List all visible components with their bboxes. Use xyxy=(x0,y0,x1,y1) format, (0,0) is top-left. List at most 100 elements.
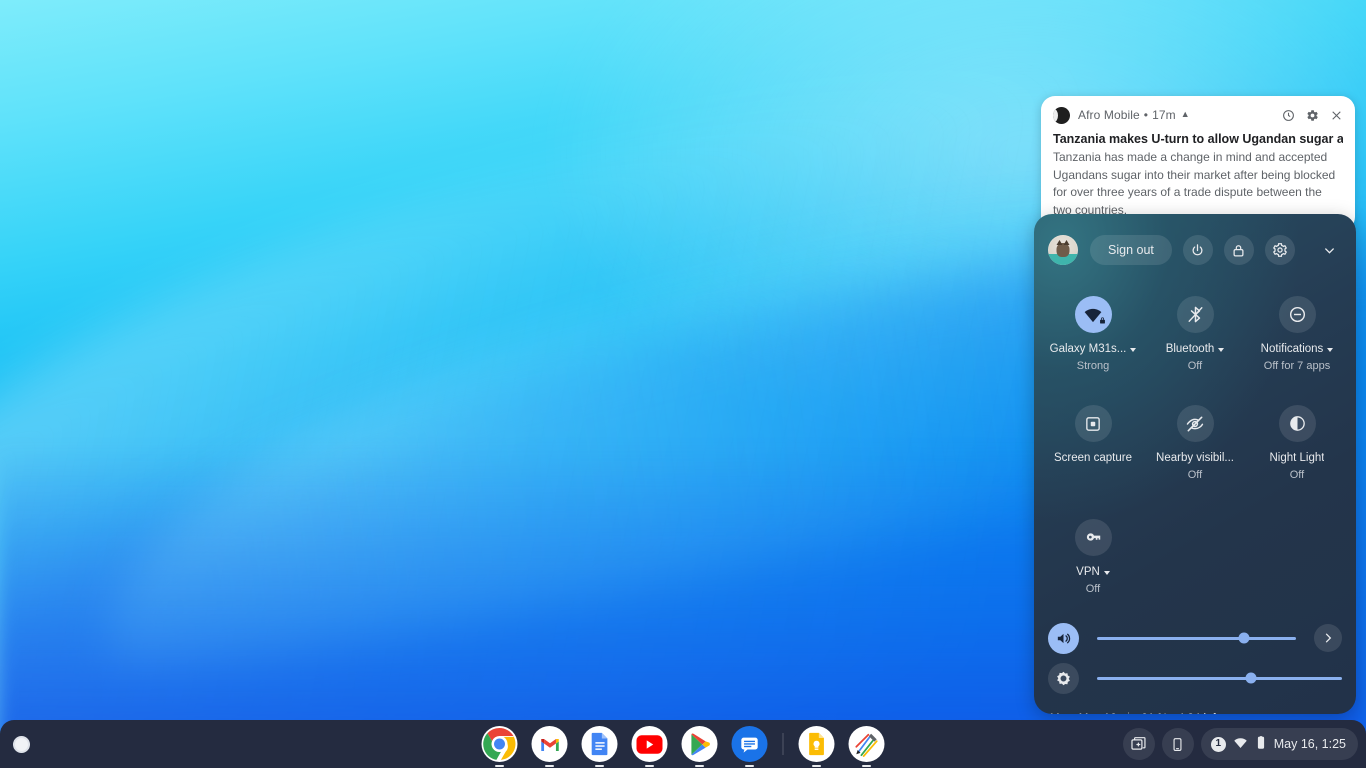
tile-screen-capture[interactable]: Screen capture xyxy=(1042,395,1144,482)
tile-bluetooth[interactable]: Bluetooth Off xyxy=(1144,286,1246,373)
play-store-icon xyxy=(681,726,718,762)
tile-bluetooth-sub: Off xyxy=(1187,360,1203,372)
notification-time: 17m xyxy=(1152,108,1176,122)
audio-settings-button[interactable] xyxy=(1314,624,1342,652)
launcher-ring xyxy=(12,735,30,753)
shelf-item-youtube[interactable] xyxy=(631,726,668,767)
shelf-item-keep[interactable] xyxy=(798,726,835,767)
quick-settings-header: Sign out xyxy=(1034,214,1356,272)
clock-icon[interactable] xyxy=(1282,109,1295,122)
shelf-item-chrome[interactable] xyxy=(481,726,518,767)
key-icon xyxy=(1074,519,1112,556)
running-indicator xyxy=(645,764,654,767)
status-area-button[interactable]: 1 May 16, 1:25 xyxy=(1200,728,1358,760)
messages-icon xyxy=(731,726,768,762)
tile-vpn-label: VPN xyxy=(1076,566,1100,578)
chevron-down-icon[interactable] xyxy=(1316,237,1342,263)
shelf-item-messages[interactable] xyxy=(731,726,768,767)
shelf-item-play-store[interactable] xyxy=(681,726,718,767)
brightness-slider-thumb[interactable] xyxy=(1245,672,1257,684)
notification-app-icon xyxy=(1053,106,1070,124)
tile-notifications-label-row: Notifications xyxy=(1261,342,1334,357)
chevron-down-icon[interactable] xyxy=(1218,347,1225,352)
running-indicator xyxy=(862,764,871,767)
sign-out-button[interactable]: Sign out xyxy=(1090,235,1172,265)
tile-screen-capture-label: Screen capture xyxy=(1054,452,1132,464)
brightness-slider-row xyxy=(1048,658,1342,698)
shelf-item-gmail[interactable] xyxy=(531,726,568,767)
chevron-down-icon[interactable] xyxy=(1327,347,1334,352)
notification-popup[interactable]: Afro Mobile • 17m ▲ Tanzania makes U-tur… xyxy=(1041,96,1355,231)
close-icon[interactable] xyxy=(1330,109,1343,122)
volume-slider-thumb[interactable] xyxy=(1238,632,1250,644)
shelf: 1 May 16, 1:25 xyxy=(0,720,1366,768)
do-not-disturb-icon xyxy=(1278,296,1316,333)
brightness-slider[interactable] xyxy=(1097,672,1342,684)
shelf-item-docs[interactable] xyxy=(581,726,618,767)
wifi-locked-icon xyxy=(1074,296,1112,333)
tile-night-light-sub: Off xyxy=(1289,469,1305,481)
tray-clock: May 16, 1:25 xyxy=(1273,737,1346,751)
chevron-down-icon[interactable] xyxy=(1103,570,1110,575)
tile-notifications[interactable]: Notifications Off for 7 apps xyxy=(1246,286,1348,373)
running-indicator xyxy=(812,764,821,767)
battery-icon xyxy=(1255,735,1267,753)
shelf-item-canvas[interactable] xyxy=(848,726,885,767)
keep-icon xyxy=(798,726,835,762)
running-indicator xyxy=(495,764,504,767)
quick-settings-tiles: Galaxy M31s... Strong Bluetooth Off Noti… xyxy=(1034,272,1356,596)
tile-notifications-sub: Off for 7 apps xyxy=(1263,360,1331,372)
power-button[interactable] xyxy=(1182,235,1213,265)
running-indicator xyxy=(695,764,704,767)
brightness-icon[interactable] xyxy=(1048,662,1079,694)
tile-network-label-row: Galaxy M31s... xyxy=(1050,342,1137,357)
shelf-app-list xyxy=(481,720,885,768)
night-light-icon xyxy=(1278,405,1316,442)
tile-bluetooth-label: Bluetooth xyxy=(1165,343,1215,355)
tile-vpn-sub: Off xyxy=(1085,583,1101,595)
settings-button[interactable] xyxy=(1264,235,1295,265)
avatar[interactable] xyxy=(1048,235,1078,265)
tile-network[interactable]: Galaxy M31s... Strong xyxy=(1042,286,1144,373)
launcher-circle-icon[interactable] xyxy=(6,729,36,759)
notification-title: Tanzania makes U-turn to allow Ugandan s… xyxy=(1053,132,1343,146)
tile-night-light-label-row: Night Light xyxy=(1270,451,1325,466)
chromeos-desktop: Afro Mobile • 17m ▲ Tanzania makes U-tur… xyxy=(0,0,1366,768)
notification-separator: • xyxy=(1143,108,1149,122)
chevron-up-icon[interactable]: ▲ xyxy=(1181,109,1190,119)
quick-settings-footer: Mon, May 16 91 % - 4:34 left xyxy=(1034,698,1356,714)
chrome-icon xyxy=(481,726,518,762)
running-indicator xyxy=(595,764,604,767)
chevron-down-icon[interactable] xyxy=(1130,347,1137,352)
tile-vpn[interactable]: VPN Off xyxy=(1042,509,1144,596)
phone-hub-button[interactable] xyxy=(1161,728,1194,760)
volume-up-icon[interactable] xyxy=(1048,622,1079,654)
youtube-icon xyxy=(631,726,668,762)
docs-icon xyxy=(581,726,618,762)
lock-button[interactable] xyxy=(1223,235,1254,265)
volume-slider[interactable] xyxy=(1097,632,1296,644)
tile-night-light[interactable]: Night Light Off xyxy=(1246,395,1348,482)
eye-off-icon xyxy=(1176,405,1214,442)
tile-network-sub: Strong xyxy=(1076,360,1110,372)
tile-screen-capture-label-row: Screen capture xyxy=(1054,451,1132,466)
tile-nearby-visibility[interactable]: Nearby visibil... Off xyxy=(1144,395,1246,482)
gear-icon[interactable] xyxy=(1306,109,1319,122)
running-indicator xyxy=(545,764,554,767)
wifi-icon xyxy=(1233,735,1248,753)
notification-header: Afro Mobile • 17m ▲ xyxy=(1053,106,1343,124)
notification-actions xyxy=(1282,109,1343,122)
shelf-separator xyxy=(782,733,784,755)
canvas-icon xyxy=(848,726,885,762)
quick-settings-sliders xyxy=(1034,596,1356,698)
screen-capture-tray-button[interactable] xyxy=(1122,728,1155,760)
footer-battery: 91 % - 4:34 left xyxy=(1141,713,1218,715)
tile-nearby-visibility-label: Nearby visibil... xyxy=(1156,452,1234,464)
tile-night-light-label: Night Light xyxy=(1269,452,1325,464)
footer-divider xyxy=(1128,712,1130,714)
tile-bluetooth-label-row: Bluetooth xyxy=(1166,342,1225,357)
notification-count-badge: 1 xyxy=(1210,736,1226,752)
footer-date: Mon, May 16 xyxy=(1050,713,1116,715)
screen-capture-icon xyxy=(1074,405,1112,442)
tile-nearby-visibility-sub: Off xyxy=(1187,469,1203,481)
